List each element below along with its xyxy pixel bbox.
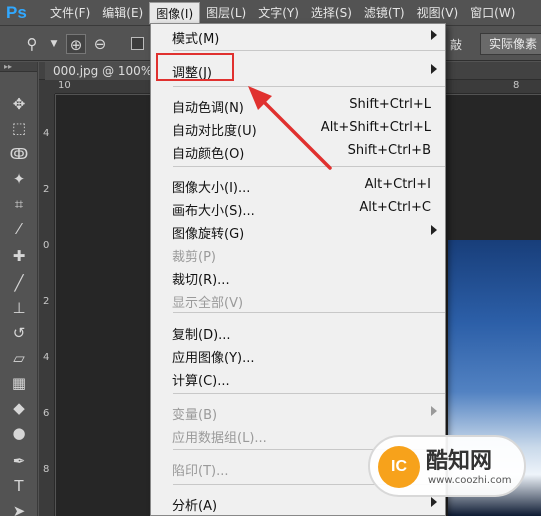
image-menu-item[interactable]: 图像旋转(G)	[151, 220, 445, 242]
menu-item-label: 计算(C)...	[172, 374, 230, 389]
menu-item-label: 陷印(T)...	[172, 464, 229, 479]
menu-item-shortcut: Shift+Ctrl+B	[347, 143, 431, 158]
tools-panel: ▸▸ ✥ ⬚ ↂ ✦ ⌗ ⁄ ✚ ╱ ⊥ ↺ ▱ ▦ ◆ ● ✒ T ➤	[0, 62, 38, 516]
image-menu-item[interactable]: 裁切(R)...	[151, 266, 445, 288]
history-brush-icon[interactable]: ↺	[7, 322, 31, 344]
brush-icon[interactable]: ╱	[7, 272, 31, 294]
menu-item-label: 变量(B)	[172, 408, 218, 423]
magic-wand-icon[interactable]: ✦	[7, 168, 31, 190]
menu-separator	[173, 50, 445, 51]
eraser-icon[interactable]: ▱	[7, 347, 31, 369]
blur-icon[interactable]: ◆	[7, 397, 31, 419]
menu-item-label: 图像大小(I)...	[172, 181, 251, 196]
gradient-icon[interactable]: ▦	[7, 372, 31, 394]
image-menu-item[interactable]: 画布大小(S)... Alt+Ctrl+C	[151, 197, 445, 219]
ruler-mark: 2	[43, 296, 50, 307]
ruler-mark: 4	[43, 128, 50, 139]
menu-item-shortcut: Shift+Ctrl+L	[349, 97, 431, 112]
image-menu-item: 变量(B)	[151, 401, 445, 423]
submenu-arrow-icon	[431, 64, 437, 74]
image-menu-item[interactable]: 计算(C)...	[151, 367, 445, 389]
tools-panel-grip[interactable]: ▸▸	[0, 62, 37, 72]
menu-edit[interactable]: 编辑(E)	[96, 2, 149, 24]
menu-select[interactable]: 选择(S)	[305, 2, 358, 24]
image-menu-item[interactable]: 自动颜色(O) Shift+Ctrl+B	[151, 140, 445, 162]
image-menu-item[interactable]: 图像大小(I)... Alt+Ctrl+I	[151, 174, 445, 196]
image-menu-item: 显示全部(V)	[151, 289, 445, 311]
menu-item-shortcut: Alt+Ctrl+C	[359, 200, 431, 215]
menu-item-shortcut: Alt+Ctrl+I	[364, 177, 431, 192]
menu-item-label: 画布大小(S)...	[172, 204, 255, 219]
healing-brush-icon[interactable]: ✚	[7, 245, 31, 267]
path-select-icon[interactable]: ➤	[7, 500, 31, 516]
watermark-url: www.coozhi.com	[428, 475, 512, 486]
zoom-out-icon[interactable]: ⊖	[90, 34, 110, 54]
photoshop-logo: Ps	[6, 2, 27, 22]
scrubby-zoom-label-fragment: 敲	[450, 38, 463, 52]
image-menu-item: 裁剪(P)	[151, 243, 445, 265]
menu-item-label: 自动对比度(U)	[172, 124, 257, 139]
ruler-mark: 2	[43, 184, 50, 195]
ruler-mark: 4	[43, 352, 50, 363]
menu-view[interactable]: 视图(V)	[411, 2, 465, 24]
zoom-tool-icon[interactable]: ⚲	[22, 34, 42, 54]
menu-item-label: 裁剪(P)	[172, 250, 216, 265]
eyedropper-icon[interactable]: ⁄	[7, 218, 31, 240]
menu-window[interactable]: 窗口(W)	[464, 2, 521, 24]
menu-item-label: 应用数据组(L)...	[172, 431, 267, 446]
ruler-origin[interactable]	[39, 80, 55, 94]
vertical-ruler[interactable]: 4 2 0 2 4 6 8	[39, 94, 55, 516]
menu-item-label: 裁切(R)...	[172, 273, 230, 288]
menu-item-label: 应用图像(Y)...	[172, 351, 255, 366]
menu-layer[interactable]: 图层(L)	[200, 2, 252, 24]
watermark-title: 酷知网	[426, 449, 493, 474]
pen-icon[interactable]: ✒	[7, 450, 31, 472]
actual-pixels-button[interactable]: 实际像素	[480, 33, 541, 55]
menu-item-label: 自动色调(N)	[172, 101, 244, 116]
image-menu-item[interactable]: 自动对比度(U) Alt+Shift+Ctrl+L	[151, 117, 445, 139]
type-icon[interactable]: T	[7, 475, 31, 497]
submenu-arrow-icon	[431, 30, 437, 40]
tool-preset-dropdown-icon[interactable]: ▼	[44, 34, 64, 54]
ruler-mark: 10	[58, 80, 71, 91]
clone-stamp-icon[interactable]: ⊥	[7, 297, 31, 319]
menu-item-label: 图像旋转(G)	[172, 227, 245, 242]
move-icon[interactable]: ✥	[7, 93, 31, 115]
lasso-icon[interactable]: ↂ	[7, 143, 31, 165]
menu-separator	[173, 166, 445, 167]
menu-separator	[173, 86, 445, 87]
image-menu-item[interactable]: 复制(D)...	[151, 321, 445, 343]
menu-item-label: 显示全部(V)	[172, 296, 244, 311]
image-menu-item[interactable]: 应用图像(Y)...	[151, 344, 445, 366]
zoom-in-icon[interactable]: ⊕	[66, 34, 86, 54]
menu-separator	[173, 312, 445, 313]
submenu-arrow-icon	[431, 225, 437, 235]
image-menu-item[interactable]: 自动色调(N) Shift+Ctrl+L	[151, 94, 445, 116]
menu-image[interactable]: 图像(I)	[149, 1, 201, 24]
menu-item-label: 复制(D)...	[172, 328, 231, 343]
ruler-mark: 0	[43, 240, 50, 251]
submenu-arrow-icon	[431, 406, 437, 416]
dodge-icon[interactable]: ●	[7, 422, 31, 444]
watermark-badge: IC 酷知网 www.coozhi.com	[368, 435, 526, 497]
menu-file[interactable]: 文件(F)	[44, 2, 96, 24]
menu-item-label: 自动颜色(O)	[172, 147, 245, 162]
ruler-mark: 6	[43, 408, 50, 419]
menu-type[interactable]: 文字(Y)	[252, 2, 305, 24]
marquee-icon[interactable]: ⬚	[7, 117, 31, 139]
image-menu-item[interactable]: 模式(M)	[151, 25, 445, 47]
ruler-mark: 8	[43, 464, 50, 475]
menu-item-shortcut: Alt+Shift+Ctrl+L	[320, 120, 431, 135]
highlight-box-adjustments	[156, 53, 234, 81]
crop-icon[interactable]: ⌗	[7, 193, 31, 215]
resize-windows-checkbox[interactable]	[131, 37, 144, 50]
menu-item-label: 模式(M)	[172, 32, 220, 47]
menu-filter[interactable]: 滤镜(T)	[358, 2, 411, 24]
watermark-logo-icon: IC	[378, 446, 420, 488]
submenu-arrow-icon	[431, 497, 437, 507]
menu-item-label: 分析(A)	[172, 499, 218, 514]
ruler-mark: 8	[513, 80, 520, 91]
menu-separator	[173, 393, 445, 394]
